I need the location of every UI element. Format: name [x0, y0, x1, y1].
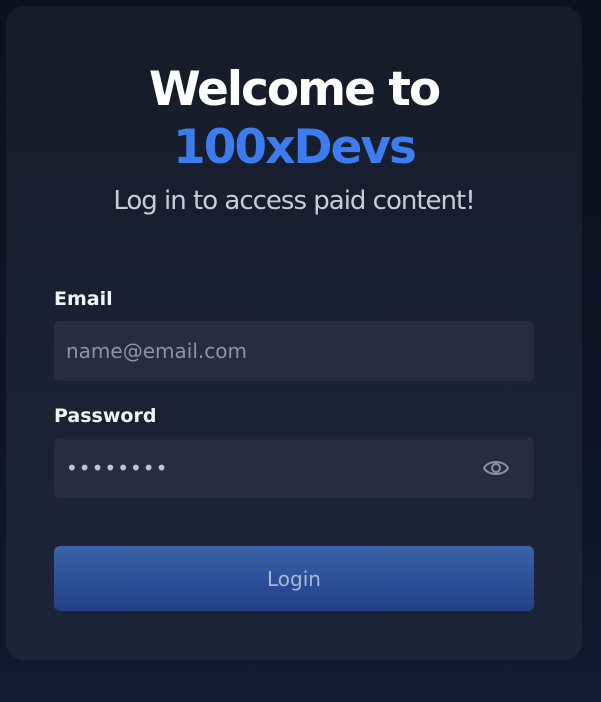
email-field-container — [54, 321, 534, 381]
password-label: Password — [54, 405, 157, 427]
email-label: Email — [54, 288, 113, 310]
brand-name: 100xDevs — [173, 120, 417, 175]
welcome-heading: Welcome to — [148, 62, 441, 117]
login-card: Welcome to 100xDevs Log in to access pai… — [6, 6, 582, 660]
login-subtitle: Log in to access paid content! — [113, 186, 475, 216]
login-button[interactable]: Login — [54, 546, 534, 611]
password-field-container — [54, 438, 534, 498]
password-field[interactable] — [54, 438, 534, 498]
eye-icon[interactable] — [482, 456, 510, 480]
email-field[interactable] — [54, 321, 534, 381]
